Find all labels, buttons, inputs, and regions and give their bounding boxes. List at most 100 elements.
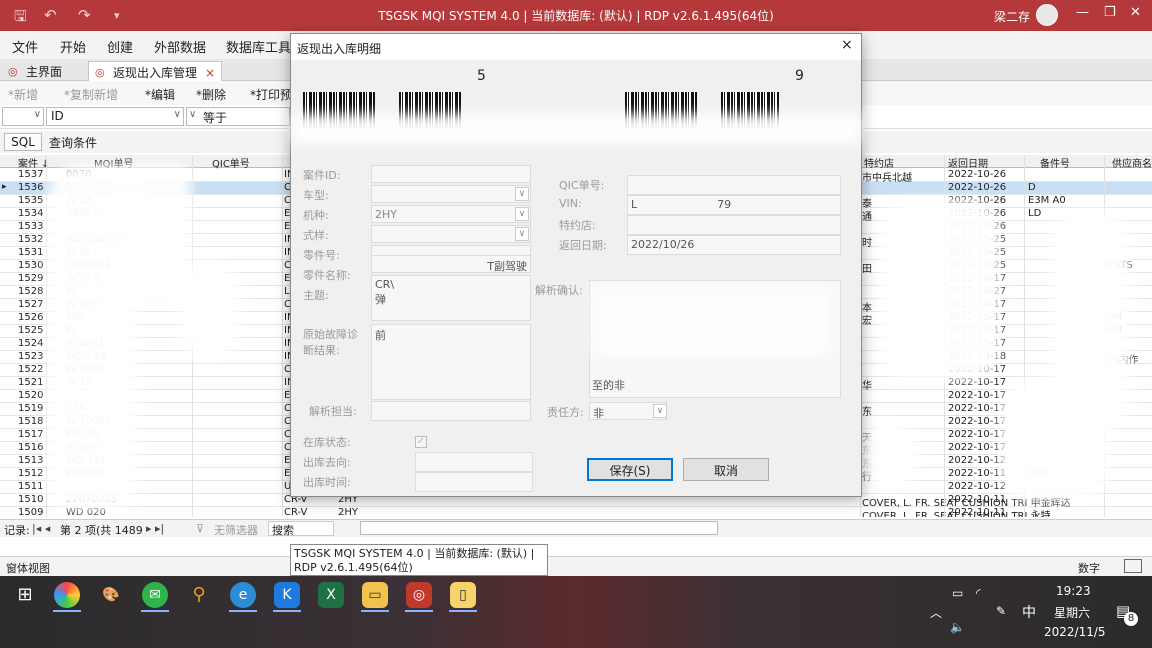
new-button[interactable]: *新增 [8,86,38,103]
chevron-down-icon[interactable]: ∨ [515,187,529,201]
clock-date[interactable]: 2022/11/5 [1044,625,1106,639]
table-row[interactable]: 1509 WD 020 CR-V COVER, L. FR. SEAT CUSHION… [0,507,1152,517]
vin-field[interactable]: L 79 [627,195,841,215]
k-app-icon[interactable]: K [274,582,300,608]
windows-start-icon[interactable]: ⊞ [12,582,38,608]
clock-time[interactable]: 19:23 [1056,584,1091,598]
part-name-field[interactable]: T副驾驶 [371,255,531,273]
minimize-icon[interactable]: — [1076,5,1089,20]
close-icon[interactable]: ✕ [1130,5,1141,20]
menu-file[interactable]: 文件 [12,37,38,56]
filter-prefix-select[interactable]: ∨ [2,107,44,126]
chevron-down-icon[interactable]: ∨ [515,207,529,221]
ime-indicator[interactable]: 中 [1022,602,1036,622]
redaction-blur [860,420,920,490]
table-cell: 2022-10-17 [948,416,1007,427]
notes-icon[interactable]: ▯ [450,582,476,608]
table-cell: 2022-10-12 [948,455,1007,466]
record-position[interactable]: 第 2 项(共 1489 [60,522,143,538]
chevron-down-icon[interactable]: ∨ [653,404,667,418]
tab-close-icon[interactable]: × [205,66,215,80]
pen-icon[interactable]: ✎ [996,604,1006,618]
menu-create[interactable]: 创建 [107,37,133,56]
case-id-label: 案件ID: [303,169,341,182]
col-header-dealer[interactable]: 特约店 [864,155,894,170]
style-select[interactable] [371,225,531,243]
excel-icon[interactable]: X [318,582,344,608]
qic-label: QIC单号: [559,179,605,192]
first-prev-record[interactable]: |◂ ◂ [32,522,50,535]
chevron-up-icon[interactable]: ︿ [930,604,942,621]
col-header-qic[interactable]: QIC单号 [212,155,250,170]
battery-icon[interactable]: ▭ [952,586,963,600]
case-id-field[interactable] [371,165,531,183]
table-cell: 1528 [18,286,44,297]
volume-icon[interactable]: 🔈 [950,620,965,634]
col-header-supplier[interactable]: 供应商名 [1112,155,1152,170]
in-stock-checkbox[interactable]: ✓ [415,436,427,448]
mqi-app-icon[interactable]: ◎ [406,582,432,608]
redaction-blur [180,260,240,360]
next-last-record[interactable]: ▸ ▸| [146,522,164,535]
restore-icon[interactable]: ❐ [1104,5,1116,20]
edge-icon[interactable]: e [230,582,256,608]
table-cell: 1522 [18,364,44,375]
table-cell: 2022-10-17 [948,390,1007,401]
table-cell: 1518 [18,416,44,427]
redaction-blur [880,200,1000,380]
filter-field-select[interactable]: ID ∨ [46,107,184,126]
tab-main[interactable]: ◎ 主界面 [2,61,68,81]
no-filter-label[interactable]: 无筛选器 [214,522,258,538]
return-detail-dialog: 返现出入库明细 × 5 9 案件ID: 车型: ∨ 机种: 2HY ∨ 式样: … [290,33,862,497]
wechat-icon[interactable]: ✉ [142,582,168,608]
table-cell: 1512 [18,468,44,479]
table-cell: 2022-10-17 [948,429,1007,440]
vin-label: VIN: [559,197,582,210]
col-header-case[interactable]: 案件 ↓ [18,155,50,170]
folder-icon[interactable]: ▭ [362,582,388,608]
filter-operator-select[interactable]: ∨ 等于 [186,107,290,126]
subject-field[interactable]: CR\ 弹 [371,275,531,321]
return-date-field[interactable]: 2022/10/26 [627,235,841,255]
table-cell: 1533 [18,221,44,232]
out-destination-field[interactable] [415,452,533,472]
edit-button[interactable]: *编辑 [145,86,175,103]
out-time-field[interactable] [415,472,533,492]
diagnosis-field[interactable]: 前 [371,324,531,400]
table-cell: 1529 [18,273,44,284]
form-view-icon[interactable] [1124,559,1142,573]
menu-external-data[interactable]: 外部数据 [154,37,206,56]
col-header-return-date[interactable]: 返回日期 [948,155,988,170]
chevron-down-icon[interactable]: ∨ [515,227,529,241]
analyst-field[interactable] [371,401,531,421]
paint-icon[interactable]: 🎨 [98,582,124,608]
table-cell: 1509 [18,507,44,517]
browser-icon[interactable] [54,582,80,608]
user-name[interactable]: 梁二存 [994,8,1030,25]
qic-field[interactable] [627,175,841,195]
table-cell: 2022-10-17 [948,442,1007,453]
print-preview-button[interactable]: *打印预 [250,86,292,103]
col-header-part-no[interactable]: 备件号 [1040,155,1070,170]
delete-button[interactable]: *删除 [196,86,226,103]
out-time-label: 出库时间: [303,476,351,489]
title-bar: 🖫 ↶ ↷ ▾ TSGSK MQI SYSTEM 4.0 | 当前数据库: (默… [0,0,1152,31]
sql-button[interactable]: SQL [4,133,42,151]
tab-return-inout[interactable]: ◎ 返现出入库管理 × [88,61,223,81]
model-select[interactable]: 2HY [371,205,531,223]
car-type-select[interactable] [371,185,531,203]
wifi-icon[interactable]: ◜ [976,586,981,600]
search-input[interactable]: 搜索 [268,521,334,537]
menu-home[interactable]: 开始 [60,37,86,56]
dealer-field[interactable] [627,215,841,235]
taskbar: ⊞ 🎨 ✉ ⚲ e K X ▭ ◎ ▯ ︿ ▭ ◜ ✎ 中 🔈 19:23 星期… [0,576,1152,648]
dialog-close-icon[interactable]: × [841,37,853,53]
clock-weekday[interactable]: 星期六 [1054,604,1090,621]
cancel-button[interactable]: 取消 [683,458,769,481]
menu-db-tools[interactable]: 数据库工具 [226,37,291,56]
save-button[interactable]: 保存(S) [587,458,673,481]
avatar[interactable] [1036,4,1058,26]
search-app-icon[interactable]: ⚲ [186,582,212,608]
copy-new-button[interactable]: *复制新增 [64,86,118,103]
horizontal-scrollbar[interactable] [360,521,718,535]
